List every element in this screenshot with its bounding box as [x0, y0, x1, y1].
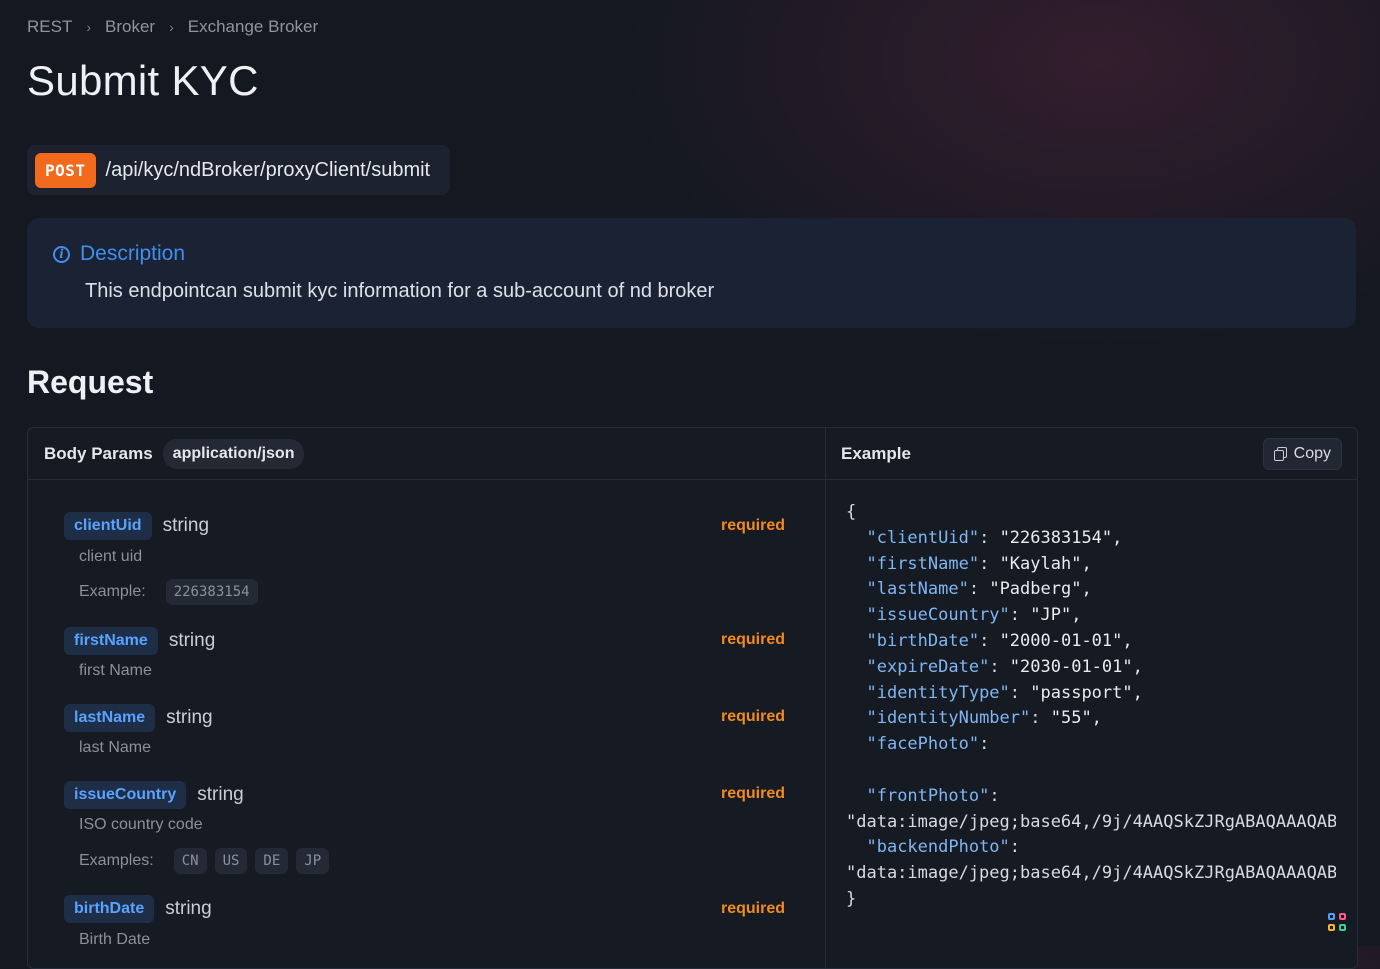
code-value: "Padberg", [989, 579, 1092, 600]
code-key: "firstName" [866, 553, 980, 574]
required-label: required [721, 631, 786, 648]
examples-label: Examples: [79, 852, 154, 869]
code-line: "facePhoto": [866, 734, 1000, 755]
code-line: "expireDate": "2030-01-01", [866, 656, 1143, 677]
code-line: "lastName": "Padberg", [866, 579, 1092, 600]
info-icon: i [53, 245, 70, 263]
param-type: string [165, 898, 212, 919]
copy-label: Copy [1293, 444, 1331, 462]
required-label: required [721, 900, 786, 917]
code-line: "identityType": "passport", [866, 682, 1143, 703]
param-description: first Name [79, 662, 152, 679]
param-firstname: firstName string [64, 627, 215, 655]
description-box: i Description This endpointcan submit ky… [27, 218, 1356, 328]
code-key: "issueCountry" [866, 605, 1010, 626]
code-key: "lastName" [866, 579, 969, 600]
endpoint-path: /api/kyc/ndBroker/proxyClient/submit [105, 158, 431, 181]
code-key: "backendPhoto" [866, 837, 1010, 858]
chevron-right-icon: › [169, 19, 174, 35]
code-key: "birthDate" [866, 630, 980, 651]
example-chip: JP [296, 848, 330, 874]
example-panel: Example Copy { "clientUid": "226383154",… [826, 428, 1357, 968]
example-label: Example [841, 443, 911, 463]
param-issuecountry: issueCountry string [64, 781, 244, 809]
code-value: "2030-01-01", [1009, 656, 1143, 677]
code-line: "data:image/jpeg;base64,/9j/4AAQSkZJRgAB… [846, 863, 1336, 884]
param-examples: Examples: CN US DE JP [79, 848, 330, 874]
code-key: "identityType" [866, 682, 1010, 703]
apps-grid-icon[interactable] [1328, 913, 1348, 933]
example-chip: US [214, 848, 248, 874]
code-key: "identityNumber" [866, 708, 1031, 729]
required-label: required [721, 517, 786, 534]
param-description: last Name [79, 739, 152, 756]
code-line: "clientUid": "226383154", [866, 527, 1123, 548]
code-value: "226383154", [999, 527, 1123, 548]
description-title: Description [80, 242, 186, 265]
param-description: ISO country code [79, 816, 203, 833]
code-line: "birthDate": "2000-01-01", [866, 630, 1133, 651]
param-example: Example: 226383154 [79, 579, 258, 605]
method-badge: POST [35, 152, 96, 188]
param-name: issueCountry [64, 781, 187, 809]
example-label: Example: [79, 583, 146, 600]
code-line: "identityNumber": "55", [866, 708, 1102, 729]
required-label: required [721, 708, 786, 725]
code-value: "55", [1050, 708, 1102, 729]
param-type: string [162, 515, 210, 536]
breadcrumb-item-broker[interactable]: Broker [105, 17, 155, 37]
body-params-label: Body Params [44, 443, 153, 463]
code-line: "frontPhoto": [866, 785, 1010, 806]
code-line: { [846, 502, 857, 522]
code-value: "2000-01-01", [999, 630, 1133, 651]
copy-icon [1273, 447, 1287, 461]
chevron-right-icon: › [86, 19, 92, 35]
code-key: "frontPhoto" [866, 785, 990, 806]
example-chip: 226383154 [165, 579, 258, 605]
param-name: birthDate [64, 895, 155, 923]
code-key: "clientUid" [866, 527, 980, 548]
request-title: Request [27, 364, 154, 400]
param-birthdate: birthDate string [64, 895, 212, 923]
code-value: "Kaylah", [999, 553, 1092, 574]
code-key: "expireDate" [866, 656, 990, 677]
param-name: clientUid [64, 512, 152, 540]
request-panel: Body Params application/json clientUid s… [27, 427, 1358, 969]
param-description: client uid [79, 548, 143, 565]
code-line: "data:image/jpeg;base64,/9j/4AAQSkZJRgAB… [846, 811, 1336, 832]
code-line: "firstName": "Kaylah", [866, 553, 1092, 574]
required-label: required [721, 785, 786, 802]
param-type: string [166, 707, 213, 728]
endpoint-bar: POST /api/kyc/ndBroker/proxyClient/submi… [27, 145, 451, 195]
code-value: "passport", [1030, 682, 1143, 703]
description-text: This endpointcan submit kyc information … [85, 280, 715, 302]
param-type: string [168, 630, 216, 651]
param-clientuid: clientUid string [64, 512, 209, 540]
code-line: "backendPhoto": [866, 837, 1031, 858]
body-params-panel: Body Params application/json clientUid s… [28, 428, 826, 968]
param-name: lastName [64, 704, 156, 732]
example-chip: DE [255, 848, 289, 874]
breadcrumb-item-exchange-broker[interactable]: Exchange Broker [188, 17, 318, 37]
param-type: string [197, 784, 244, 805]
code-value: "JP", [1030, 605, 1082, 626]
content-type-badge[interactable]: application/json [162, 438, 305, 469]
param-name: firstName [64, 627, 158, 655]
code-line: "issueCountry": "JP", [866, 605, 1082, 626]
example-chip: CN [173, 848, 207, 874]
param-description: Birth Date [79, 931, 151, 948]
code-line: } [846, 888, 857, 909]
code-key: "facePhoto" [866, 734, 980, 755]
param-lastname: lastName string [64, 704, 213, 732]
copy-button[interactable]: Copy [1262, 437, 1342, 470]
page-title: Submit KYC [27, 57, 259, 104]
breadcrumb-item-rest[interactable]: REST [27, 17, 72, 37]
example-code[interactable]: { "clientUid": "226383154", "firstName":… [846, 500, 1336, 913]
breadcrumb: REST › Broker › Exchange Broker [27, 17, 318, 37]
